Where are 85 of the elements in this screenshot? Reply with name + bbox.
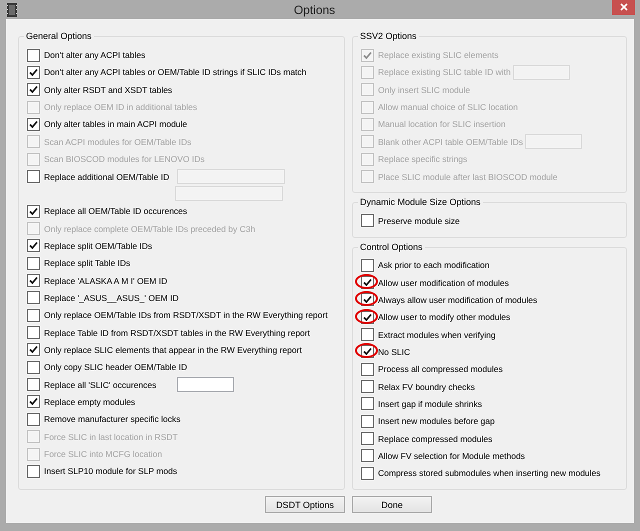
checkbox[interactable] (27, 308, 40, 322)
close-button[interactable] (612, 0, 635, 15)
checkbox-label: Only replace complete OEM/Table IDs preceded by C3h (44, 224, 256, 234)
checkbox-label: Insert new modules before gap (378, 416, 495, 426)
text-field[interactable] (177, 377, 234, 392)
checkbox-label: Manual location for SLIC insertion (378, 119, 506, 130)
checkbox-label: Process all compressed modules (378, 364, 503, 374)
checkbox-label: No SLIC (378, 346, 410, 357)
checkbox[interactable] (27, 83, 40, 96)
checkbox[interactable] (27, 378, 40, 392)
checkbox[interactable] (27, 291, 40, 304)
checkbox-label: Replace '_ASUS__ASUS_' OEM ID (44, 292, 179, 303)
checkbox-label: Force SLIC in last location in RSDT (44, 432, 178, 442)
checkbox[interactable] (361, 328, 374, 342)
checkbox-label: Only replace OEM ID in additional tables (44, 102, 198, 112)
checkbox-label: Replace specific strings (378, 154, 468, 164)
checkbox[interactable] (27, 204, 40, 218)
checkbox-label: Replace all OEM/Table ID occurences (44, 206, 188, 216)
checkbox[interactable] (361, 466, 374, 480)
checkbox[interactable] (27, 464, 40, 478)
checkbox[interactable] (361, 380, 374, 394)
checkbox-label: Replace 'ALASKA A M I' OEM ID (44, 276, 168, 286)
checkbox-label: Only replace OEM/Table IDs from RSDT/XSDT in the RW Everything report (44, 310, 328, 320)
checkbox-label: Replace existing SLIC elements (378, 50, 498, 60)
checkbox-label: Allow user modification of modules (378, 278, 509, 288)
checkbox-label: Replace Table ID from RSDT/XSDT tables in the RW Everything report (44, 328, 310, 338)
checkbox-label: Replace split OEM/Table IDs (44, 240, 152, 251)
checkbox[interactable] (27, 170, 40, 184)
checkbox-label: Scan ACPI modules for OEM/Table IDs (44, 136, 192, 147)
checkbox[interactable] (27, 274, 40, 288)
checkbox[interactable] (27, 343, 40, 356)
checkbox[interactable] (361, 362, 374, 376)
checkbox[interactable] (27, 395, 40, 408)
checkbox-label: Insert SLP10 module for SLP mods (44, 466, 178, 476)
checkbox-label: Don't alter any ACPI tables (44, 50, 146, 60)
checkbox[interactable] (27, 360, 40, 374)
checkbox-label: Insert gap if module shrinks (378, 398, 482, 409)
group-title: Control Options (358, 240, 425, 253)
checkbox-label: Allow FV selection for Module methods (378, 450, 525, 461)
checkbox-label: Force SLIC into MCFG location (44, 449, 162, 460)
window-title: Options (292, 2, 336, 17)
checkbox-label: Replace existing SLIC table ID with (378, 67, 511, 78)
checkbox-label: Scan BIOSCOD modules for LENOVO IDs (44, 154, 205, 164)
checkbox[interactable] (361, 214, 374, 228)
dialog-button[interactable]: Done (352, 496, 432, 513)
checkbox-label: Preserve module size (378, 216, 460, 226)
checkbox-label: Extract modules when verifying (378, 330, 496, 340)
checkbox[interactable] (27, 412, 40, 426)
app-icon (7, 2, 17, 17)
checkbox[interactable] (27, 118, 40, 131)
checkbox-label: Blank other ACPI table OEM/Table IDs (378, 136, 524, 147)
checkbox-label: Always allow user modification of modules (378, 294, 538, 305)
checkbox-label: Replace empty modules (44, 396, 136, 407)
checkbox-label: Place SLIC module after last BIOSCOD module (378, 172, 558, 182)
checkbox-label: Only alter tables in main ACPI module (44, 119, 188, 130)
close-icon (620, 3, 628, 12)
dialog-button[interactable]: DSDT Options (265, 496, 345, 513)
checkbox-label: Replace additional OEM/Table ID (44, 172, 170, 182)
group-title: SSV2 Options (358, 30, 419, 42)
checkbox[interactable] (361, 432, 374, 446)
checkbox[interactable] (27, 48, 40, 62)
checkbox-label: Replace compressed modules (378, 434, 492, 444)
checkbox-label: Only insert SLIC module (378, 84, 470, 95)
checkbox[interactable] (27, 239, 40, 252)
checkbox-label: Replace all 'SLIC' occurences (44, 380, 158, 390)
checkbox[interactable] (27, 256, 40, 270)
checkbox-label: Allow manual choice of SLIC location (378, 102, 518, 112)
checkbox[interactable] (361, 397, 374, 410)
checkbox-label: Allow user to modify other modules (378, 312, 510, 322)
checkbox[interactable] (361, 414, 374, 428)
checkbox-label: Don't alter any ACPI tables or OEM/Table ID strings if SLIC IDs match (44, 67, 306, 78)
checkbox-label: Only copy SLIC header OEM/Table ID (44, 362, 188, 372)
group-title: Dynamic Module Size Options (358, 196, 483, 208)
checkbox-label: Only alter RSDT and XSDT tables (44, 84, 172, 95)
checkbox-label: Replace split Table IDs (44, 258, 130, 268)
checkbox[interactable] (361, 258, 374, 272)
checkbox[interactable] (361, 449, 374, 462)
checkbox-label: Ask prior to each modification (378, 260, 490, 270)
checkbox-label: Relax FV boundry checks (378, 382, 475, 392)
checkbox[interactable] (27, 326, 40, 340)
group-title: General Options (24, 30, 94, 42)
checkbox-label: Remove manufacturer specific locks (44, 414, 181, 424)
checkbox-label: Compress stored submodules when inserting new modules (378, 468, 601, 478)
checkbox[interactable] (27, 66, 40, 79)
checkbox-label: Only replace SLIC elements that appear in the RW Everything report (44, 344, 302, 355)
